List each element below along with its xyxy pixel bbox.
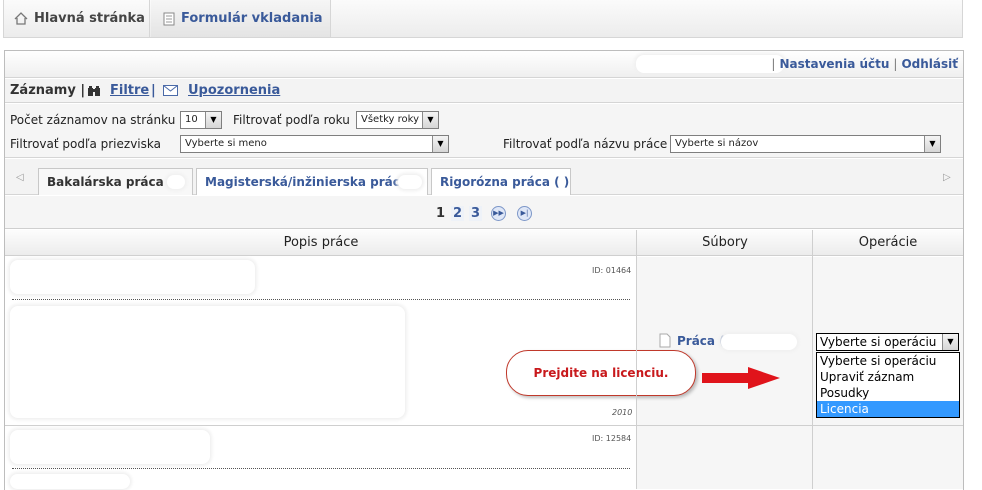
top-navigation: Hlavná stránka Formulár vkladania <box>3 0 963 38</box>
redacted-title <box>10 260 255 294</box>
header-operations: Operácie <box>858 235 918 250</box>
dropdown-arrow-icon: ▼ <box>422 112 438 128</box>
header-description: Popis práce <box>283 235 359 250</box>
document-icon <box>659 333 671 348</box>
scroll-right-icon[interactable]: ▷ <box>943 172 951 183</box>
nav-form-label: Formulár vkladania <box>181 11 323 26</box>
year-filter-select[interactable]: Všetky roky ▼ <box>356 111 439 129</box>
instruction-callout: Prejdite na licenciu. <box>506 350 696 396</box>
record-year: 2010 <box>612 408 633 417</box>
dropdown-arrow-icon: ▼ <box>205 112 221 128</box>
option-edit-record[interactable]: Upraviť záznam <box>817 369 959 385</box>
home-icon <box>14 12 28 25</box>
tab-master-label: Magisterská/inžinierska práca ( <box>205 175 418 189</box>
page-link[interactable]: 3 <box>469 206 483 221</box>
files-cell <box>637 426 813 489</box>
account-settings-link[interactable]: Nastavenia účtu <box>779 57 889 71</box>
per-page-value: 10 <box>185 114 198 125</box>
year-filter-label: Filtrovať podľa roku <box>233 113 350 127</box>
user-links-separator: | <box>771 57 776 71</box>
nav-home-label: Hlavná stránka <box>34 11 145 26</box>
header-files: Súbory <box>702 235 748 250</box>
alerts-link[interactable]: Upozornenia <box>188 83 280 98</box>
page-current: 1 <box>436 206 446 221</box>
table-header: Popis práce Súbory Operácie <box>5 230 963 256</box>
tab-rigorous[interactable]: Rigorózna práca ( ) <box>431 168 571 195</box>
dotted-divider <box>12 468 630 469</box>
last-page-icon[interactable]: ▶| <box>517 206 532 221</box>
option-select-operation[interactable]: Vyberte si operáciu <box>817 353 959 369</box>
records-pipe: | <box>151 83 156 98</box>
column-divider <box>636 230 637 489</box>
redacted-count <box>398 175 422 189</box>
redacted-file-info <box>721 334 797 350</box>
per-page-select[interactable]: 10 ▼ <box>180 111 222 129</box>
file-link[interactable]: Práca ( <box>659 333 725 348</box>
operation-select-value: Vyberte si operáciu <box>820 335 937 349</box>
envelope-icon <box>163 85 178 96</box>
dropdown-arrow-icon: ▼ <box>924 136 940 152</box>
redacted-description <box>10 306 405 418</box>
column-divider <box>812 230 813 489</box>
filters-panel: Počet záznamov na stránku 10 ▼ Filtrovať… <box>5 104 963 158</box>
document-icon <box>163 12 175 25</box>
title-filter-label: Filtrovať podľa názvu práce <box>503 137 668 151</box>
pagination: 1 2 3 ▶▶ ▶| <box>5 196 963 229</box>
logout-link[interactable]: Odhlásiť <box>901 57 958 71</box>
redacted-username <box>636 55 784 73</box>
user-links: | Nastavenia účtu | Odhlásiť <box>771 57 958 71</box>
operation-select[interactable]: Vyberte si operáciu ▼ <box>816 333 959 351</box>
records-label: Záznamy | <box>10 83 86 98</box>
redacted-description <box>10 474 130 489</box>
surname-filter-value: Vyberte si meno <box>185 138 267 149</box>
pointer-arrow-icon <box>702 367 780 389</box>
tab-row: ◁ Bakalárska práca ( Magisterská/inžinie… <box>5 159 963 195</box>
scroll-left-icon[interactable]: ◁ <box>16 172 24 183</box>
title-filter-value: Vyberte si názov <box>675 138 759 149</box>
option-reviews[interactable]: Posudky <box>817 385 959 401</box>
year-filter-value: Všetky roky <box>361 114 420 125</box>
record-id: ID: 01464 <box>592 266 632 275</box>
dropdown-arrow-icon: ▼ <box>942 334 958 350</box>
filters-link[interactable]: Filtre <box>110 83 149 98</box>
option-license[interactable]: Licencia <box>817 401 959 417</box>
dropdown-arrow-icon: ▼ <box>432 136 448 152</box>
binoculars-icon <box>88 86 100 96</box>
page-link[interactable]: 2 <box>451 206 465 221</box>
redacted-count <box>167 175 185 189</box>
nav-form[interactable]: Formulár vkladania <box>151 0 331 37</box>
title-filter-select[interactable]: Vyberte si názov ▼ <box>670 135 941 153</box>
records-bar: Záznamy | Filtre | Upozornenia <box>5 79 963 103</box>
file-link-label: Práca ( <box>677 333 725 348</box>
tab-rigorous-label: Rigorózna práca ( ) <box>440 175 570 189</box>
surname-filter-select[interactable]: Vyberte si meno ▼ <box>180 135 449 153</box>
operations-cell <box>813 426 963 489</box>
user-links-separator: | <box>893 57 898 71</box>
tab-bachelor-label: Bakalárska práca ( <box>47 175 174 189</box>
per-page-label: Počet záznamov na stránku <box>10 113 176 127</box>
surname-filter-label: Filtrovať podľa priezviska <box>10 137 161 151</box>
nav-home[interactable]: Hlavná stránka <box>4 0 150 37</box>
redacted-title <box>10 430 210 464</box>
next-page-icon[interactable]: ▶▶ <box>491 206 506 221</box>
record-id: ID: 12584 <box>592 434 632 443</box>
tab-master[interactable]: Magisterská/inžinierska práca ( <box>196 168 428 195</box>
dotted-divider <box>12 299 630 300</box>
operation-options-list: Vyberte si operáciu Upraviť záznam Posud… <box>816 352 960 418</box>
